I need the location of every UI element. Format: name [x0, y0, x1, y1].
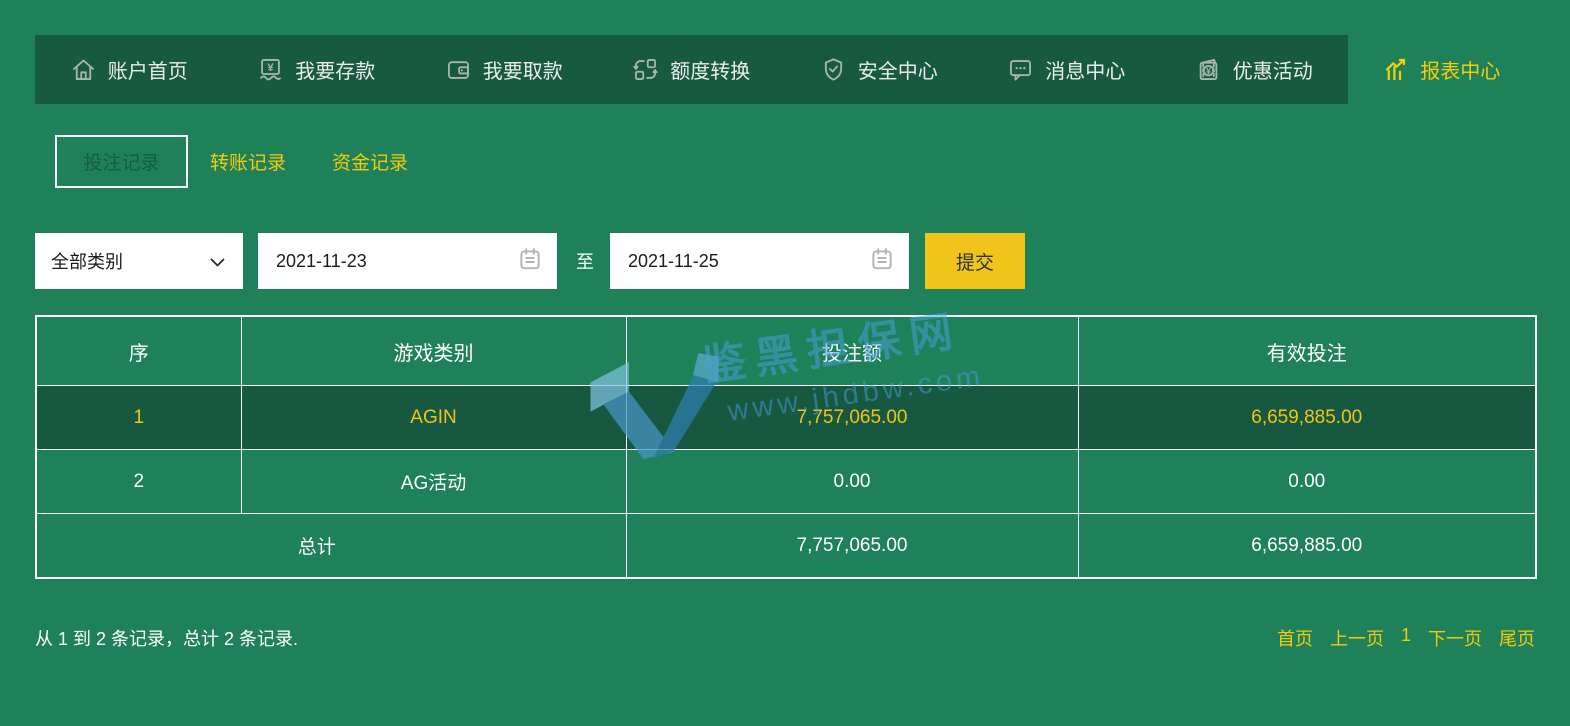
- nav-label: 我要取款: [482, 61, 563, 83]
- nav-label: 我要存款: [295, 61, 376, 83]
- pagination-page-1[interactable]: 1: [1401, 625, 1411, 651]
- end-date-input[interactable]: 2021-11-25: [610, 233, 909, 289]
- nav-item-deposit[interactable]: ¥ 我要存款: [223, 35, 411, 104]
- total-label: 总计: [35, 513, 627, 579]
- nav-label: 报表中心: [1420, 61, 1501, 83]
- table-row: 1 AGIN 7,757,065.00 6,659,885.00: [35, 385, 1537, 450]
- date-range-separator: 至: [576, 252, 594, 272]
- nav-item-promotions[interactable]: ¥ 优惠活动: [1160, 35, 1348, 104]
- home-icon: [70, 56, 97, 83]
- promo-packet-icon: ¥: [1195, 56, 1222, 83]
- start-date-input[interactable]: 2021-11-23: [258, 233, 557, 289]
- table-row: 2 AG活动 0.00 0.00: [35, 449, 1537, 514]
- message-bubble-icon: [1007, 56, 1034, 83]
- cell-valid-bet: 6,659,885.00: [1077, 385, 1537, 450]
- pagination-last[interactable]: 尾页: [1499, 625, 1535, 651]
- nav-label: 账户首页: [107, 61, 188, 83]
- nav-item-account-home[interactable]: 账户首页: [35, 35, 223, 104]
- record-tabs: 投注记录 转账记录 资金记录: [35, 135, 1535, 188]
- table-footer: 从 1 到 2 条记录，总计 2 条记录. 首页 上一页 1 下一页 尾页: [0, 625, 1570, 651]
- tab-bet-records[interactable]: 投注记录: [55, 135, 188, 188]
- nav-label: 安全中心: [857, 61, 938, 83]
- nav-label: 优惠活动: [1232, 61, 1313, 83]
- nav-label: 额度转换: [670, 61, 751, 83]
- pagination-prev[interactable]: 上一页: [1330, 625, 1384, 651]
- cell-bet-amount: 0.00: [625, 449, 1079, 514]
- pagination-first[interactable]: 首页: [1277, 625, 1313, 651]
- bet-records-table: 序 游戏类别 投注额 有效投注 1 AGIN 7,757,065.00 6,65…: [35, 315, 1537, 579]
- tab-fund-records[interactable]: 资金记录: [332, 148, 408, 175]
- calendar-icon: [517, 246, 543, 277]
- filter-bar: 全部类别 2021-11-23 至 2021-11-25 提交: [35, 233, 1535, 289]
- column-header-bet-amount: 投注额: [625, 315, 1079, 386]
- nav-label: 消息中心: [1045, 61, 1126, 83]
- nav-item-messages[interactable]: 消息中心: [973, 35, 1161, 104]
- deposit-icon: ¥: [257, 56, 284, 83]
- calendar-icon: [869, 246, 895, 277]
- chevron-down-icon: [210, 251, 225, 272]
- column-header-valid-bet: 有效投注: [1077, 315, 1537, 386]
- pagination: 首页 上一页 1 下一页 尾页: [1277, 625, 1535, 651]
- report-chart-icon: [1382, 56, 1409, 83]
- svg-text:¥: ¥: [1206, 66, 1211, 76]
- column-header-game-category: 游戏类别: [240, 315, 627, 386]
- cell-game: AGIN: [240, 385, 627, 450]
- end-date-value: 2021-11-25: [628, 250, 719, 271]
- cell-index: 1: [35, 385, 242, 450]
- table-header-row: 序 游戏类别 投注额 有效投注: [35, 315, 1537, 386]
- nav-item-reports[interactable]: 报表中心: [1347, 35, 1535, 104]
- cell-game: AG活动: [240, 449, 627, 514]
- main-navbar: 账户首页 ¥ 我要存款 我要取款 额度转换 安全中心 消息中心 ¥ 优惠活动 报…: [35, 35, 1535, 104]
- nav-item-withdraw[interactable]: 我要取款: [410, 35, 598, 104]
- start-date-value: 2021-11-23: [276, 250, 367, 271]
- report-content: 投注记录 转账记录 资金记录 全部类别 2021-11-23 至 2021-11…: [0, 135, 1570, 579]
- submit-button[interactable]: 提交: [925, 233, 1025, 289]
- withdraw-wallet-icon: [445, 56, 472, 83]
- transfer-cycle-icon: [632, 56, 659, 83]
- cell-index: 2: [35, 449, 242, 514]
- svg-text:¥: ¥: [268, 62, 275, 74]
- pagination-next[interactable]: 下一页: [1428, 625, 1482, 651]
- tab-label: 投注记录: [83, 153, 160, 174]
- shield-check-icon: [820, 56, 847, 83]
- nav-item-credit-transfer[interactable]: 额度转换: [598, 35, 786, 104]
- column-header-index: 序: [35, 315, 242, 386]
- records-summary: 从 1 到 2 条记录，总计 2 条记录.: [35, 629, 299, 649]
- cell-valid-bet: 0.00: [1077, 449, 1537, 514]
- category-select[interactable]: 全部类别: [35, 233, 243, 289]
- cell-bet-amount: 7,757,065.00: [625, 385, 1079, 450]
- tab-transfer-records[interactable]: 转账记录: [210, 148, 286, 175]
- total-bet-amount: 7,757,065.00: [625, 513, 1079, 579]
- total-valid-bet: 6,659,885.00: [1077, 513, 1537, 579]
- table-total-row: 总计 7,757,065.00 6,659,885.00: [35, 513, 1537, 579]
- category-selected-value: 全部类别: [51, 252, 123, 272]
- nav-item-security[interactable]: 安全中心: [785, 35, 973, 104]
